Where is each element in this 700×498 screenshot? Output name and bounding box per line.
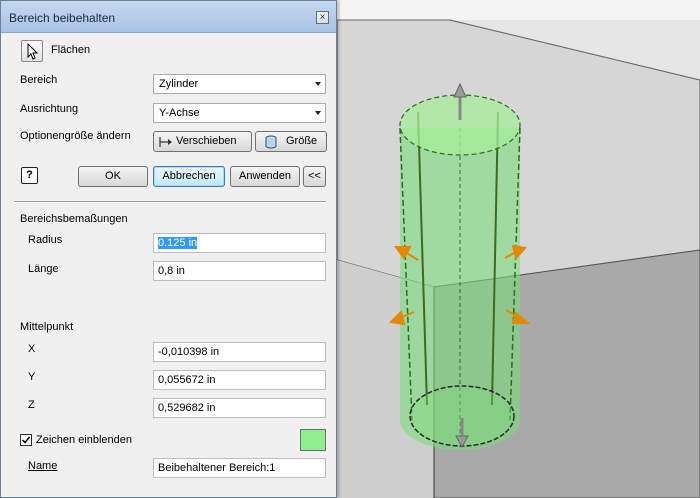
- move-button-label: Verschieben: [176, 135, 237, 147]
- close-icon: ×: [319, 12, 326, 23]
- cursor-arrow-icon: [27, 42, 39, 60]
- dimensions-header: Bereichsbemaßungen: [20, 213, 128, 225]
- radius-label: Radius: [28, 234, 63, 246]
- orientation-dropdown[interactable]: Y-Achse: [153, 103, 326, 123]
- region-label: Bereich: [20, 74, 58, 86]
- length-label: Länge: [28, 263, 59, 275]
- chevron-down-icon: [315, 111, 321, 115]
- z-field[interactable]: 0,529682 in: [153, 398, 326, 418]
- move-icon: [159, 137, 172, 147]
- dialog-title: Bereich beibehalten: [9, 11, 116, 25]
- show-glyphs-checkbox[interactable]: [20, 434, 32, 446]
- name-label: Name: [28, 460, 58, 472]
- size-button-label: Größe: [286, 135, 318, 147]
- help-button[interactable]: ?: [21, 167, 38, 184]
- select-faces-button[interactable]: [21, 40, 43, 62]
- apply-button[interactable]: Anwenden: [230, 166, 300, 187]
- glyph-color-swatch[interactable]: [300, 429, 326, 451]
- cylinder-icon: [265, 135, 277, 149]
- help-icon: ?: [26, 169, 33, 181]
- dialog-body: Flächen Bereich Zylinder Ausrichtung Y-A…: [7, 33, 331, 493]
- collapse-button[interactable]: <<: [303, 166, 326, 187]
- orientation-label: Ausrichtung: [20, 103, 79, 115]
- y-field[interactable]: 0,055672 in: [153, 370, 326, 390]
- move-button[interactable]: Verschieben: [153, 131, 252, 152]
- resize-options-label: Optionengröße ändern: [20, 130, 131, 142]
- dialog-titlebar[interactable]: Bereich beibehalten ×: [1, 1, 336, 33]
- x-field[interactable]: -0,010398 in: [153, 342, 326, 362]
- radius-value: 0.125 in: [158, 237, 198, 249]
- cancel-button[interactable]: Abbrechen: [153, 166, 225, 187]
- retain-region-dialog: Bereich beibehalten × Flächen Bereich Zy…: [0, 0, 337, 498]
- separator: [14, 201, 326, 203]
- checkmark-icon: [21, 436, 31, 444]
- region-value: Zylinder: [159, 78, 199, 90]
- faces-label: Flächen: [51, 44, 91, 56]
- length-field[interactable]: 0,8 in: [153, 261, 326, 281]
- close-button[interactable]: ×: [316, 11, 329, 24]
- name-field[interactable]: Beibehaltener Bereich:1: [153, 458, 326, 478]
- x-label: X: [28, 343, 36, 355]
- show-glyphs-label: Zeichen einblenden: [36, 434, 133, 446]
- radius-field[interactable]: 0.125 in: [153, 233, 326, 253]
- size-button[interactable]: Größe: [255, 131, 327, 152]
- center-header: Mittelpunkt: [20, 321, 74, 333]
- y-label: Y: [28, 371, 36, 383]
- z-label: Z: [28, 399, 35, 411]
- chevron-down-icon: [315, 82, 321, 86]
- ok-button[interactable]: OK: [78, 166, 148, 187]
- orientation-value: Y-Achse: [159, 107, 200, 119]
- region-dropdown[interactable]: Zylinder: [153, 74, 326, 94]
